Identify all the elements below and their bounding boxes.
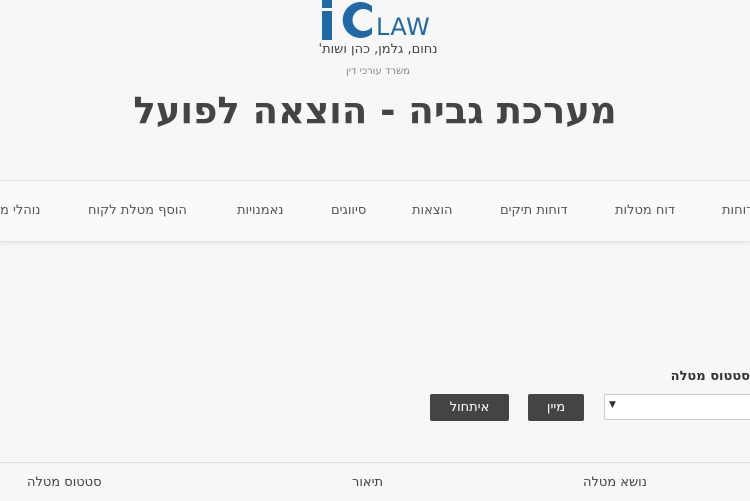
nav-add-client-task[interactable]: הוסף מטלת לקוח <box>88 203 187 219</box>
main-navbar: דוחות דוח מטלות דוחות תיקים הוצאות סיווג… <box>0 180 750 242</box>
logo-brand-text: LAW <box>376 13 431 41</box>
nav-procedures[interactable]: נוהלי מ <box>0 203 41 219</box>
logo-mark-icon <box>322 0 372 40</box>
company-logo: LAW נחום, גלמן, כהן ושות' משרד עורכי דין <box>300 0 450 82</box>
nav-reports[interactable]: דוחות <box>722 203 750 219</box>
sort-button[interactable]: מיין <box>528 394 584 421</box>
column-header-task-subject[interactable]: נושא מטלה <box>583 475 647 491</box>
column-header-description[interactable]: תיאור <box>352 475 383 491</box>
nav-expenses[interactable]: הוצאות <box>412 203 453 219</box>
column-header-task-status[interactable]: סטטוס מטלה <box>27 475 102 491</box>
nav-tasks-report[interactable]: דוח מטלות <box>615 203 675 219</box>
reset-button[interactable]: איתחול <box>430 394 509 421</box>
tasks-table-header: נושא מטלה תיאור סטטוס מטלה <box>0 462 750 501</box>
task-status-filter-label: סטטוס מטלה <box>670 369 750 384</box>
nav-case-reports[interactable]: דוחות תיקים <box>500 203 568 219</box>
task-status-select[interactable]: ▼ <box>604 394 750 420</box>
logo-subtitle: משרד עורכי דין <box>346 66 410 77</box>
nav-trusts[interactable]: נאמנויות <box>237 203 283 219</box>
dropdown-arrow-icon: ▼ <box>609 400 616 410</box>
page-title: מערכת גביה - הוצאה לפועל <box>133 89 617 132</box>
logo-firm-names: נחום, גלמן, כהן ושות' <box>318 42 438 57</box>
nav-classifications[interactable]: סיווגים <box>331 203 366 219</box>
